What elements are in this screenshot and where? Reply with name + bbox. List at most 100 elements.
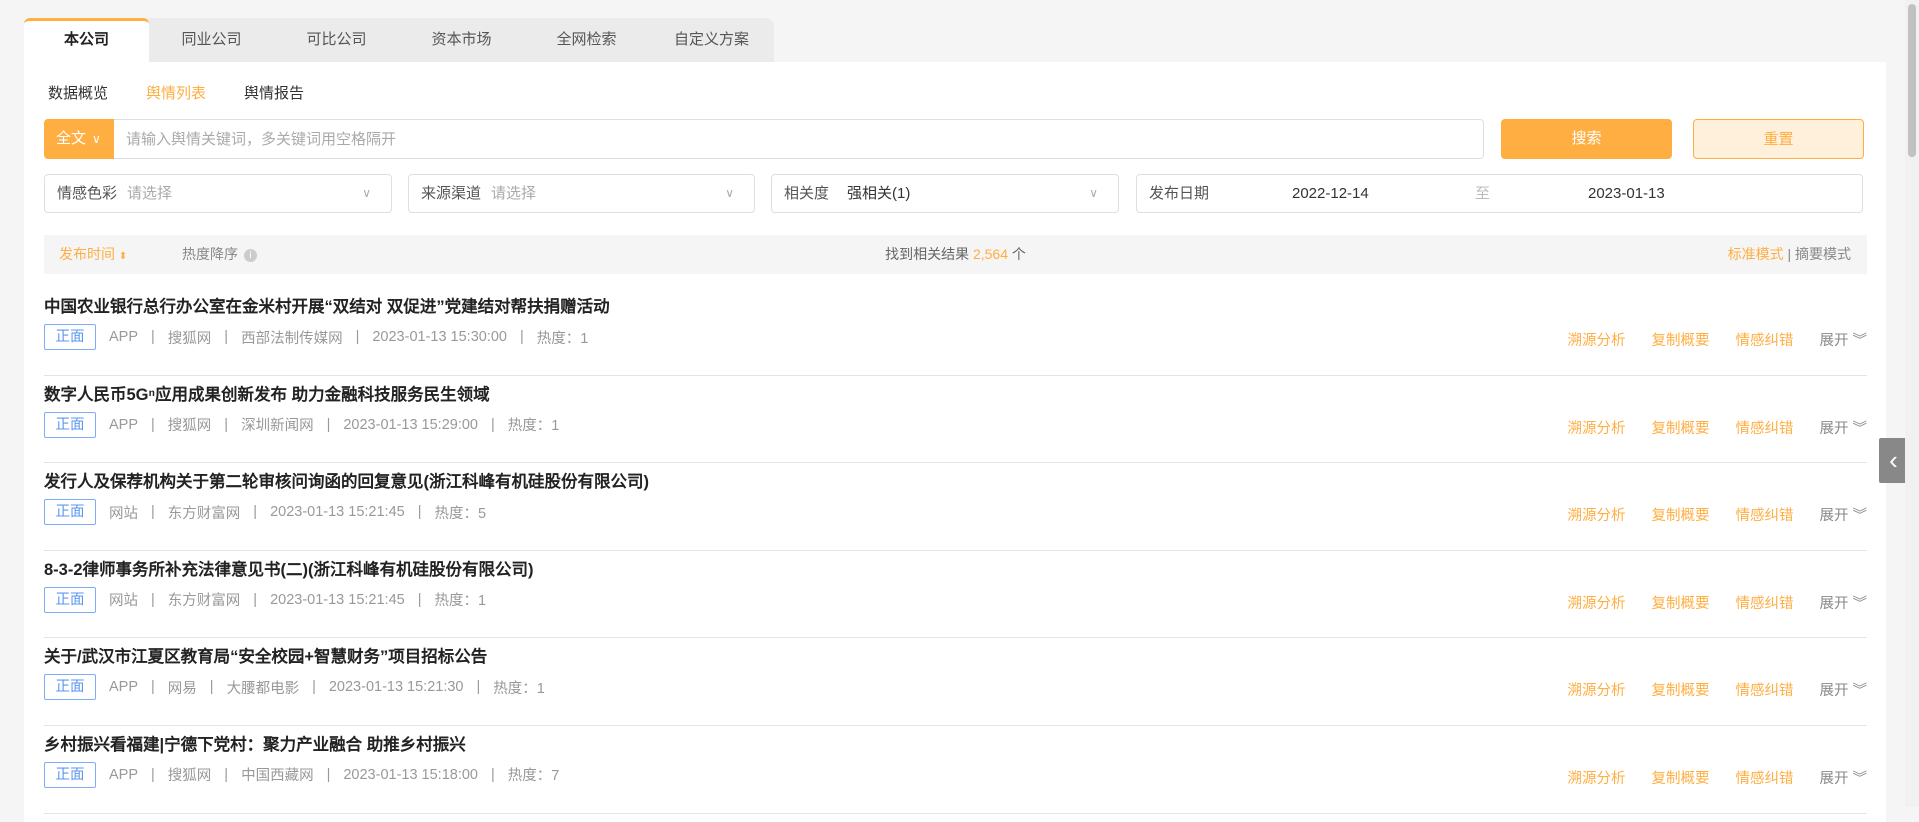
item-title[interactable]: 发行人及保荐机构关于第二轮审核问询函的回复意见(浙江科峰有机硅股份有限公司) [44, 468, 649, 492]
copy-summary-link[interactable]: 复制概要 [1651, 679, 1709, 700]
double-chevron-down-icon: ︾ [1852, 770, 1868, 787]
meta-separator: | [151, 591, 155, 608]
item-title[interactable]: 8-3-2律师事务所补充法律意见书(二)(浙江科峰有机硅股份有限公司) [44, 556, 534, 580]
item-title[interactable]: 乡村振兴看福建|宁德下党村：聚力产业融合 助推乡村振兴 [44, 731, 466, 755]
expand-label: 展开 [1819, 770, 1849, 787]
meta-separator: | [326, 766, 331, 783]
trace-analysis-link[interactable]: 溯源分析 [1567, 329, 1625, 350]
meta-separator: | [417, 591, 422, 608]
item-time: 2023-01-13 15:30:00 [372, 329, 508, 345]
item-actions: 溯源分析 复制概要 情感纠错 展开 ︾ [1541, 767, 1867, 788]
trace-analysis-link[interactable]: 溯源分析 [1567, 592, 1625, 613]
meta-separator: | [151, 504, 155, 521]
trace-analysis-link[interactable]: 溯源分析 [1567, 679, 1625, 700]
filter-value: 强相关(1) [847, 185, 911, 202]
meta-separator: | [224, 329, 229, 345]
item-channel: APP [109, 766, 139, 783]
item-heat: 热度：5 [434, 505, 487, 522]
mode-standard[interactable]: 标准模式 [1728, 246, 1784, 262]
publish-date-filter[interactable]: 发布日期 2022-12-14 至 2023-01-13 [1136, 174, 1863, 213]
item-channel: APP [109, 679, 139, 696]
expand-link[interactable]: 展开 ︾ [1819, 504, 1867, 525]
sort-by-heat[interactable]: 热度降序 i [182, 235, 257, 274]
sentiment-correct-link[interactable]: 情感纠错 [1735, 767, 1793, 788]
filter-placeholder: 请选择 [127, 185, 173, 202]
source-channel-filter[interactable]: 来源渠道 请选择 ∨ [408, 174, 755, 213]
item-meta: 正面 APP | 网易 | 大腰都电影 | 2023-01-13 15:21:30 | 热度：1 [44, 674, 545, 701]
result-suffix: 个 [1011, 246, 1026, 262]
tab-custom-plan[interactable]: 自定义方案 [649, 18, 774, 62]
date-end[interactable]: 2023-01-13 [1588, 175, 1665, 212]
sort-by-time[interactable]: 发布时间 ⬍ [59, 235, 127, 276]
sentiment-filter[interactable]: 情感色彩 请选择 ∨ [44, 174, 392, 213]
tab-capital-market[interactable]: 资本市场 [399, 18, 524, 62]
sentiment-correct-link[interactable]: 情感纠错 [1735, 592, 1793, 613]
collapse-panel-button[interactable]: ‹ [1879, 438, 1908, 483]
copy-summary-link[interactable]: 复制概要 [1651, 592, 1709, 613]
date-start[interactable]: 2022-12-14 [1292, 175, 1369, 212]
tab-comparable-companies[interactable]: 可比公司 [274, 18, 399, 62]
double-chevron-down-icon: ︾ [1852, 683, 1868, 700]
search-button[interactable]: 搜索 [1501, 119, 1672, 159]
sentiment-correct-link[interactable]: 情感纠错 [1735, 329, 1793, 350]
meta-separator: | [224, 766, 229, 783]
expand-link[interactable]: 展开 ︾ [1819, 417, 1867, 438]
item-title[interactable]: 中国农业银行总行办公室在金米村开展“双结对 双促进”党建结对帮扶捐赠活动 [44, 293, 610, 317]
meta-separator: | [151, 679, 155, 696]
subtab-data-overview[interactable]: 数据概览 [48, 82, 108, 103]
mode-summary[interactable]: 摘要模式 [1795, 246, 1851, 262]
sentiment-correct-link[interactable]: 情感纠错 [1735, 679, 1793, 700]
copy-summary-link[interactable]: 复制概要 [1651, 504, 1709, 525]
reset-button[interactable]: 重置 [1693, 119, 1864, 159]
expand-link[interactable]: 展开 ︾ [1819, 592, 1867, 613]
copy-summary-link[interactable]: 复制概要 [1651, 329, 1709, 350]
list-item: 中国农业银行总行办公室在金米村开展“双结对 双促进”党建结对帮扶捐赠活动 正面 AP… [44, 288, 1867, 376]
item-channel: 网站 [109, 505, 138, 522]
tab-web-search[interactable]: 全网检索 [524, 18, 649, 62]
copy-summary-link[interactable]: 复制概要 [1651, 417, 1709, 438]
sort-heat-label: 热度降序 [182, 246, 238, 262]
scrollbar[interactable] [1905, 0, 1919, 807]
chevron-down-icon: ∨ [92, 132, 101, 146]
item-meta: 正面 网站 | 东方财富网 | 2023-01-13 15:21:45 | 热度：5 [44, 499, 487, 526]
item-platform: 搜狐网 [167, 330, 212, 347]
item-heat: 热度：1 [536, 330, 589, 347]
trace-analysis-link[interactable]: 溯源分析 [1567, 504, 1625, 525]
item-actions: 溯源分析 复制概要 情感纠错 展开 ︾ [1541, 417, 1867, 438]
tab-this-company[interactable]: 本公司 [24, 18, 149, 62]
trace-analysis-link[interactable]: 溯源分析 [1567, 417, 1625, 438]
copy-summary-link[interactable]: 复制概要 [1651, 767, 1709, 788]
item-source: 大腰都电影 [226, 680, 300, 697]
result-count: 找到相关结果 2,564 个 [44, 235, 1867, 274]
sentiment-correct-link[interactable]: 情感纠错 [1735, 417, 1793, 438]
item-title[interactable]: 关于/武汉市江夏区教育局“安全校园+智慧财务”项目招标公告 [44, 643, 487, 667]
trace-analysis-link[interactable]: 溯源分析 [1567, 767, 1625, 788]
item-meta: 正面 APP | 搜狐网 | 西部法制传媒网 | 2023-01-13 15:30:00 | 热度… [44, 324, 588, 350]
result-number: 2,564 [972, 246, 1009, 262]
expand-link[interactable]: 展开 ︾ [1819, 679, 1867, 700]
subtab-opinion-report[interactable]: 舆情报告 [244, 82, 304, 103]
list-item: 发行人及保荐机构关于第二轮审核问询函的回复意见(浙江科峰有机硅股份有限公司) 正面… [44, 463, 1867, 551]
sub-tabs: 数据概览 舆情列表 舆情报告 [48, 82, 342, 103]
subtab-opinion-list[interactable]: 舆情列表 [146, 82, 206, 103]
date-separator: 至 [1475, 185, 1491, 202]
expand-link[interactable]: 展开 ︾ [1819, 329, 1867, 350]
scrollbar-thumb[interactable] [1908, 4, 1916, 157]
sentiment-tag: 正面 [44, 499, 96, 526]
sentiment-correct-link[interactable]: 情感纠错 [1735, 504, 1793, 525]
meta-separator: | [312, 679, 316, 696]
search-scope-select[interactable]: 全文 ∨ [44, 119, 114, 159]
item-heat: 热度：1 [434, 593, 487, 610]
item-actions: 溯源分析 复制概要 情感纠错 展开 ︾ [1541, 592, 1867, 613]
filter-label: 情感色彩 [57, 185, 118, 202]
meta-separator: | [326, 416, 331, 433]
expand-link[interactable]: 展开 ︾ [1819, 767, 1867, 788]
item-title[interactable]: 数字人民币5Gⁿ应用成果创新发布 助力金融科技服务民生领域 [44, 381, 490, 405]
item-actions: 溯源分析 复制概要 情感纠错 展开 ︾ [1541, 329, 1867, 350]
sentiment-tag: 正面 [44, 324, 96, 350]
keyword-search-input[interactable] [114, 119, 1484, 159]
item-channel: APP [109, 329, 139, 345]
tab-peer-companies[interactable]: 同业公司 [149, 18, 274, 62]
relevance-filter[interactable]: 相关度 强相关(1) ∨ [771, 174, 1119, 213]
opinion-list: 中国农业银行总行办公室在金米村开展“双结对 双促进”党建结对帮扶捐赠活动 正面 AP… [44, 288, 1867, 814]
